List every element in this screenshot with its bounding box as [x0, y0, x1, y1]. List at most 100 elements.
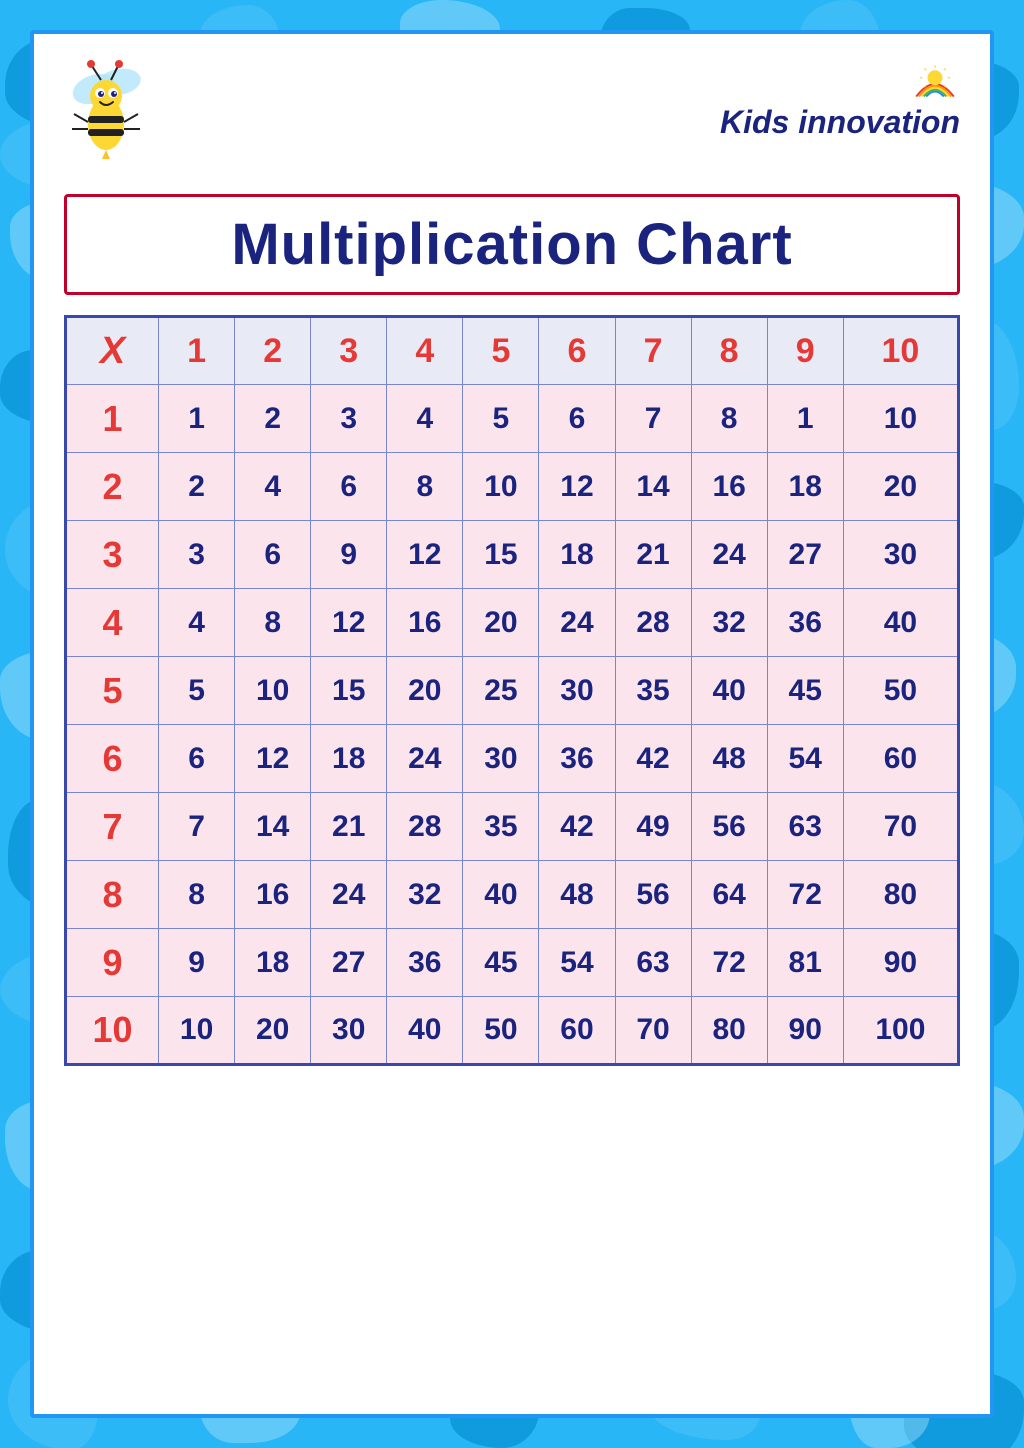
column-header-1: 1	[159, 317, 235, 385]
cell-9-4: 40	[387, 997, 463, 1065]
logo-icon	[910, 64, 960, 104]
cell-2-3: 9	[311, 521, 387, 589]
cell-4-4: 20	[387, 657, 463, 725]
cell-6-1: 7	[159, 793, 235, 861]
page-title: Multiplication Chart	[231, 212, 792, 277]
bee-decoration	[64, 54, 184, 174]
row-header-7: 7	[66, 793, 159, 861]
cell-4-10: 50	[843, 657, 958, 725]
cell-0-8: 8	[691, 385, 767, 453]
cell-7-6: 48	[539, 861, 615, 929]
cell-5-6: 36	[539, 725, 615, 793]
table-row: 66121824303642485460	[66, 725, 959, 793]
cell-5-1: 6	[159, 725, 235, 793]
cell-1-2: 4	[235, 453, 311, 521]
x-header-cell: X	[66, 317, 159, 385]
background: Kids innovation Multiplication Chart X12…	[0, 0, 1024, 1448]
cell-1-6: 12	[539, 453, 615, 521]
cell-0-1: 1	[159, 385, 235, 453]
column-header-9: 9	[767, 317, 843, 385]
cell-4-8: 40	[691, 657, 767, 725]
cell-5-10: 60	[843, 725, 958, 793]
cell-8-4: 36	[387, 929, 463, 997]
cell-6-2: 14	[235, 793, 311, 861]
cell-2-2: 6	[235, 521, 311, 589]
title-container: Multiplication Chart	[64, 194, 960, 295]
row-header-9: 9	[66, 929, 159, 997]
main-card: Kids innovation Multiplication Chart X12…	[30, 30, 994, 1418]
cell-6-6: 42	[539, 793, 615, 861]
cell-8-7: 63	[615, 929, 691, 997]
cell-1-10: 20	[843, 453, 958, 521]
table-row: 22468101214161820	[66, 453, 959, 521]
cell-4-1: 5	[159, 657, 235, 725]
row-header-2: 2	[66, 453, 159, 521]
table-row: 112345678110	[66, 385, 959, 453]
cell-0-9: 1	[767, 385, 843, 453]
cell-7-5: 40	[463, 861, 539, 929]
cell-9-7: 70	[615, 997, 691, 1065]
logo-text: Kids innovation	[720, 104, 960, 141]
cell-8-10: 90	[843, 929, 958, 997]
chart-table: X123456789101123456781102246810121416182…	[64, 315, 960, 1066]
table-row: 336912151821242730	[66, 521, 959, 589]
cell-7-4: 32	[387, 861, 463, 929]
cell-6-5: 35	[463, 793, 539, 861]
column-header-6: 6	[539, 317, 615, 385]
title-box: Multiplication Chart	[64, 194, 960, 295]
cell-3-3: 12	[311, 589, 387, 657]
table-row: 4481216202428323640	[66, 589, 959, 657]
header: Kids innovation	[34, 34, 990, 184]
cell-3-8: 32	[691, 589, 767, 657]
cell-8-6: 54	[539, 929, 615, 997]
cell-4-9: 45	[767, 657, 843, 725]
column-header-7: 7	[615, 317, 691, 385]
cell-5-3: 18	[311, 725, 387, 793]
cell-6-9: 63	[767, 793, 843, 861]
cell-6-7: 49	[615, 793, 691, 861]
cell-9-8: 80	[691, 997, 767, 1065]
column-header-5: 5	[463, 317, 539, 385]
cell-1-5: 10	[463, 453, 539, 521]
row-header-5: 5	[66, 657, 159, 725]
column-header-3: 3	[311, 317, 387, 385]
cell-3-1: 4	[159, 589, 235, 657]
cell-2-4: 12	[387, 521, 463, 589]
cell-2-7: 21	[615, 521, 691, 589]
row-header-8: 8	[66, 861, 159, 929]
cell-9-9: 90	[767, 997, 843, 1065]
cell-0-2: 2	[235, 385, 311, 453]
cell-5-5: 30	[463, 725, 539, 793]
row-header-1: 1	[66, 385, 159, 453]
cell-6-8: 56	[691, 793, 767, 861]
cell-8-3: 27	[311, 929, 387, 997]
cell-9-6: 60	[539, 997, 615, 1065]
cell-5-7: 42	[615, 725, 691, 793]
cell-8-1: 9	[159, 929, 235, 997]
cell-7-2: 16	[235, 861, 311, 929]
cell-5-8: 48	[691, 725, 767, 793]
cell-3-9: 36	[767, 589, 843, 657]
cell-8-8: 72	[691, 929, 767, 997]
cell-3-7: 28	[615, 589, 691, 657]
row-header-4: 4	[66, 589, 159, 657]
column-header-4: 4	[387, 317, 463, 385]
cell-3-4: 16	[387, 589, 463, 657]
cell-7-7: 56	[615, 861, 691, 929]
column-header-10: 10	[843, 317, 958, 385]
cell-5-4: 24	[387, 725, 463, 793]
logo-area: Kids innovation	[720, 54, 960, 141]
table-row: 10102030405060708090100	[66, 997, 959, 1065]
table-row: 88162432404856647280	[66, 861, 959, 929]
cell-7-9: 72	[767, 861, 843, 929]
cell-8-5: 45	[463, 929, 539, 997]
cell-0-4: 4	[387, 385, 463, 453]
table-row: 77142128354249566370	[66, 793, 959, 861]
cell-1-4: 8	[387, 453, 463, 521]
row-header-10: 10	[66, 997, 159, 1065]
cell-0-5: 5	[463, 385, 539, 453]
cell-7-8: 64	[691, 861, 767, 929]
cell-3-6: 24	[539, 589, 615, 657]
cell-2-10: 30	[843, 521, 958, 589]
cell-0-10: 10	[843, 385, 958, 453]
